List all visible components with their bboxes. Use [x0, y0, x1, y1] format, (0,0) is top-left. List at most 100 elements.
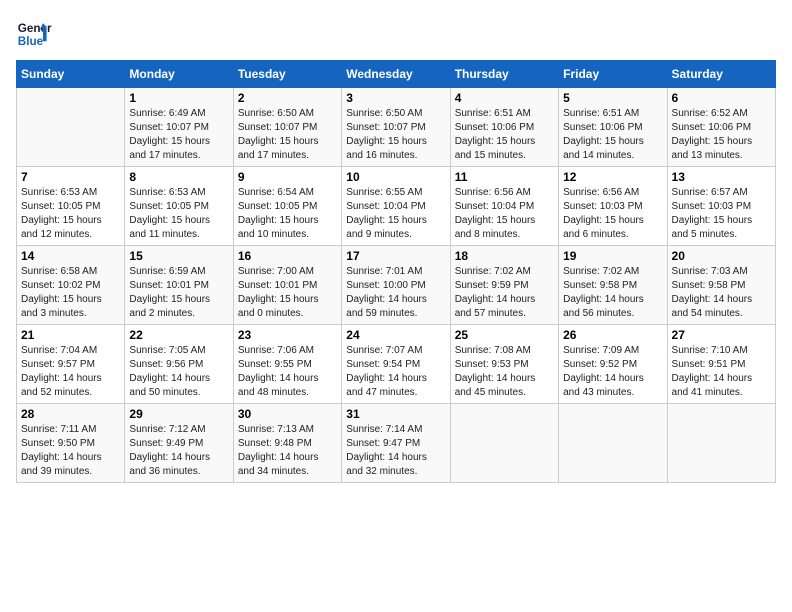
week-row-5: 28Sunrise: 7:11 AM Sunset: 9:50 PM Dayli… [17, 404, 776, 483]
day-info: Sunrise: 6:56 AM Sunset: 10:03 PM Daylig… [563, 186, 662, 242]
day-info: Sunrise: 6:50 AM Sunset: 10:07 PM Daylig… [346, 107, 445, 163]
calendar-cell: 13 Sunrise: 6:57 AM Sunset: 10:03 PM Dayl… [667, 167, 775, 246]
day-info: Sunrise: 6:51 AM Sunset: 10:06 PM Daylig… [563, 107, 662, 163]
calendar-cell: 7 Sunrise: 6:53 AM Sunset: 10:05 PM Dayli… [17, 167, 125, 246]
calendar-cell: 17 Sunrise: 7:01 AM Sunset: 10:00 PM Dayl… [342, 246, 450, 325]
day-number: 26 [563, 328, 662, 342]
day-info: Sunrise: 7:01 AM Sunset: 10:00 PM Daylig… [346, 265, 445, 321]
day-number: 20 [672, 249, 771, 263]
calendar-cell: 3 Sunrise: 6:50 AM Sunset: 10:07 PM Dayli… [342, 88, 450, 167]
weekday-header-friday: Friday [559, 61, 667, 88]
day-info: Sunrise: 6:51 AM Sunset: 10:06 PM Daylig… [455, 107, 554, 163]
day-number: 23 [238, 328, 337, 342]
calendar-cell: 4 Sunrise: 6:51 AM Sunset: 10:06 PM Dayli… [450, 88, 558, 167]
calendar-cell: 29 Sunrise: 7:12 AM Sunset: 9:49 PM Dayli… [125, 404, 233, 483]
week-row-2: 7 Sunrise: 6:53 AM Sunset: 10:05 PM Dayli… [17, 167, 776, 246]
calendar-cell: 19Sunrise: 7:02 AM Sunset: 9:58 PM Dayli… [559, 246, 667, 325]
day-info: Sunrise: 6:53 AM Sunset: 10:05 PM Daylig… [129, 186, 228, 242]
day-number: 2 [238, 91, 337, 105]
calendar-cell: 9 Sunrise: 6:54 AM Sunset: 10:05 PM Dayli… [233, 167, 341, 246]
day-info: Sunrise: 7:04 AM Sunset: 9:57 PM Dayligh… [21, 344, 120, 400]
calendar-cell: 30 Sunrise: 7:13 AM Sunset: 9:48 PM Dayli… [233, 404, 341, 483]
logo-icon: General Blue [16, 16, 52, 52]
day-info: Sunrise: 7:12 AM Sunset: 9:49 PM Dayligh… [129, 423, 228, 479]
day-number: 3 [346, 91, 445, 105]
calendar-cell [559, 404, 667, 483]
weekday-header-monday: Monday [125, 61, 233, 88]
day-info: Sunrise: 7:07 AM Sunset: 9:54 PM Dayligh… [346, 344, 445, 400]
calendar-cell: 10 Sunrise: 6:55 AM Sunset: 10:04 PM Dayl… [342, 167, 450, 246]
svg-text:Blue: Blue [18, 35, 44, 48]
day-info: Sunrise: 7:08 AM Sunset: 9:53 PM Dayligh… [455, 344, 554, 400]
day-number: 7 [21, 170, 120, 184]
day-info: Sunrise: 7:11 AM Sunset: 9:50 PM Dayligh… [21, 423, 120, 479]
calendar-cell: 16 Sunrise: 7:00 AM Sunset: 10:01 PM Dayl… [233, 246, 341, 325]
day-number: 15 [129, 249, 228, 263]
calendar-cell: 1Sunrise: 6:49 AM Sunset: 10:07 PM Dayli… [125, 88, 233, 167]
calendar-cell: 5 Sunrise: 6:51 AM Sunset: 10:06 PM Dayli… [559, 88, 667, 167]
day-info: Sunrise: 6:53 AM Sunset: 10:05 PM Daylig… [21, 186, 120, 242]
day-info: Sunrise: 6:52 AM Sunset: 10:06 PM Daylig… [672, 107, 771, 163]
day-number: 13 [672, 170, 771, 184]
day-number: 16 [238, 249, 337, 263]
day-number: 29 [129, 407, 228, 421]
calendar-cell: 28Sunrise: 7:11 AM Sunset: 9:50 PM Dayli… [17, 404, 125, 483]
day-number: 5 [563, 91, 662, 105]
calendar-cell: 11Sunrise: 6:56 AM Sunset: 10:04 PM Dayl… [450, 167, 558, 246]
calendar-cell: 2Sunrise: 6:50 AM Sunset: 10:07 PM Dayli… [233, 88, 341, 167]
calendar-cell: 18Sunrise: 7:02 AM Sunset: 9:59 PM Dayli… [450, 246, 558, 325]
day-number: 17 [346, 249, 445, 263]
calendar-cell [667, 404, 775, 483]
weekday-header-tuesday: Tuesday [233, 61, 341, 88]
day-info: Sunrise: 7:00 AM Sunset: 10:01 PM Daylig… [238, 265, 337, 321]
weekday-header-sunday: Sunday [17, 61, 125, 88]
day-number: 31 [346, 407, 445, 421]
day-info: Sunrise: 6:58 AM Sunset: 10:02 PM Daylig… [21, 265, 120, 321]
day-number: 9 [238, 170, 337, 184]
day-info: Sunrise: 7:02 AM Sunset: 9:59 PM Dayligh… [455, 265, 554, 321]
day-number: 4 [455, 91, 554, 105]
day-number: 6 [672, 91, 771, 105]
day-number: 19 [563, 249, 662, 263]
day-info: Sunrise: 6:59 AM Sunset: 10:01 PM Daylig… [129, 265, 228, 321]
calendar-cell: 14 Sunrise: 6:58 AM Sunset: 10:02 PM Dayl… [17, 246, 125, 325]
calendar-cell: 12 Sunrise: 6:56 AM Sunset: 10:03 PM Dayl… [559, 167, 667, 246]
calendar-cell: 6 Sunrise: 6:52 AM Sunset: 10:06 PM Dayli… [667, 88, 775, 167]
calendar-header: SundayMondayTuesdayWednesdayThursdayFrid… [17, 61, 776, 88]
day-info: Sunrise: 7:05 AM Sunset: 9:56 PM Dayligh… [129, 344, 228, 400]
day-info: Sunrise: 6:54 AM Sunset: 10:05 PM Daylig… [238, 186, 337, 242]
day-info: Sunrise: 7:09 AM Sunset: 9:52 PM Dayligh… [563, 344, 662, 400]
day-info: Sunrise: 7:13 AM Sunset: 9:48 PM Dayligh… [238, 423, 337, 479]
day-number: 30 [238, 407, 337, 421]
calendar-cell: 25 Sunrise: 7:08 AM Sunset: 9:53 PM Dayli… [450, 325, 558, 404]
weekday-header-saturday: Saturday [667, 61, 775, 88]
day-number: 10 [346, 170, 445, 184]
calendar-cell: 15 Sunrise: 6:59 AM Sunset: 10:01 PM Dayl… [125, 246, 233, 325]
day-number: 14 [21, 249, 120, 263]
week-row-3: 14 Sunrise: 6:58 AM Sunset: 10:02 PM Dayl… [17, 246, 776, 325]
week-row-4: 21 Sunrise: 7:04 AM Sunset: 9:57 PM Dayli… [17, 325, 776, 404]
day-info: Sunrise: 7:06 AM Sunset: 9:55 PM Dayligh… [238, 344, 337, 400]
day-info: Sunrise: 6:57 AM Sunset: 10:03 PM Daylig… [672, 186, 771, 242]
day-number: 25 [455, 328, 554, 342]
day-number: 24 [346, 328, 445, 342]
svg-text:General: General [18, 22, 52, 35]
logo: General Blue [16, 16, 52, 52]
calendar-cell [17, 88, 125, 167]
weekday-header-wednesday: Wednesday [342, 61, 450, 88]
calendar-cell: 20Sunrise: 7:03 AM Sunset: 9:58 PM Dayli… [667, 246, 775, 325]
day-info: Sunrise: 6:55 AM Sunset: 10:04 PM Daylig… [346, 186, 445, 242]
day-info: Sunrise: 6:49 AM Sunset: 10:07 PM Daylig… [129, 107, 228, 163]
day-number: 12 [563, 170, 662, 184]
day-number: 8 [129, 170, 228, 184]
calendar-cell: 21 Sunrise: 7:04 AM Sunset: 9:57 PM Dayli… [17, 325, 125, 404]
calendar-body: 1Sunrise: 6:49 AM Sunset: 10:07 PM Dayli… [17, 88, 776, 483]
weekday-header-thursday: Thursday [450, 61, 558, 88]
calendar-cell: 23 Sunrise: 7:06 AM Sunset: 9:55 PM Dayli… [233, 325, 341, 404]
calendar-cell: 31Sunrise: 7:14 AM Sunset: 9:47 PM Dayli… [342, 404, 450, 483]
calendar-cell: 24 Sunrise: 7:07 AM Sunset: 9:54 PM Dayli… [342, 325, 450, 404]
day-info: Sunrise: 7:10 AM Sunset: 9:51 PM Dayligh… [672, 344, 771, 400]
page-header: General Blue [16, 16, 776, 52]
day-number: 21 [21, 328, 120, 342]
day-number: 27 [672, 328, 771, 342]
